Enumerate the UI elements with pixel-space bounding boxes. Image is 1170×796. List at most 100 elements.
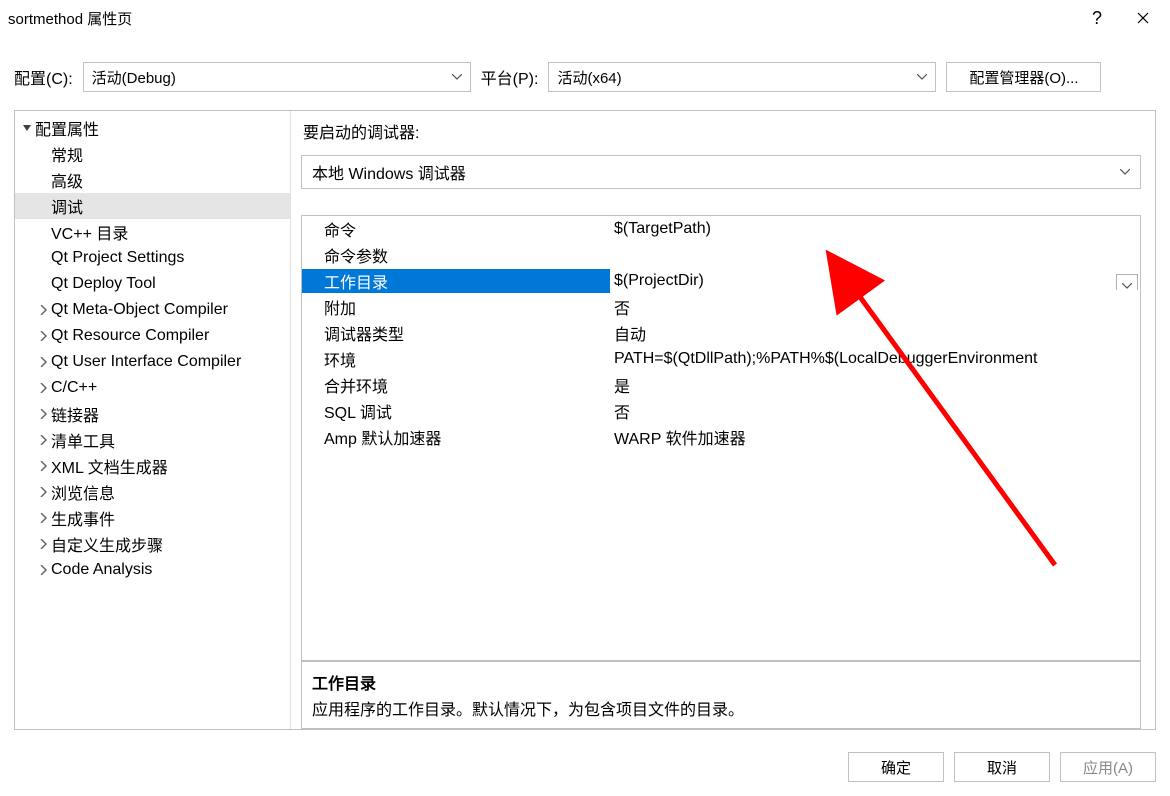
config-label: 配置(C): xyxy=(14,65,73,89)
property-row[interactable]: SQL 调试否 xyxy=(302,398,1140,424)
platform-combo[interactable]: 活动(x64) xyxy=(548,62,936,92)
property-name: 合并环境 xyxy=(302,373,610,397)
tree-item[interactable]: 高级 xyxy=(15,167,290,193)
tree-item-label: Qt User Interface Compiler xyxy=(51,353,241,371)
tree-item-label: Qt Project Settings xyxy=(51,249,184,267)
property-row[interactable]: 合并环境是 xyxy=(302,372,1140,398)
chevron-down-icon xyxy=(917,74,927,80)
tree-item-label: 配置属性 xyxy=(35,116,99,140)
tree-item[interactable]: XML 文档生成器 xyxy=(15,453,290,479)
config-row: 配置(C): 活动(Debug) 平台(P): 活动(x64) 配置管理器(O)… xyxy=(0,56,1170,98)
tree-item[interactable]: 生成事件 xyxy=(15,505,290,531)
tree-item-label: C/C++ xyxy=(51,379,97,397)
tree-item[interactable]: Code Analysis xyxy=(15,557,290,583)
property-name: 调试器类型 xyxy=(302,321,610,345)
chevron-down-icon xyxy=(452,74,462,80)
tree-item-label: 自定义生成步骤 xyxy=(51,532,163,556)
property-name: 工作目录 xyxy=(302,269,610,293)
config-manager-button[interactable]: 配置管理器(O)... xyxy=(946,62,1101,92)
tree-item[interactable]: VC++ 目录 xyxy=(15,219,290,245)
description-panel: 工作目录 应用程序的工作目录。默认情况下，为包含项目文件的目录。 xyxy=(301,661,1141,729)
property-row[interactable]: 命令参数 xyxy=(302,242,1140,268)
expand-icon[interactable] xyxy=(37,305,51,315)
collapse-icon[interactable] xyxy=(21,123,35,133)
property-row[interactable]: Amp 默认加速器WARP 软件加速器 xyxy=(302,424,1140,450)
property-value[interactable]: $(ProjectDir) xyxy=(610,272,1140,290)
tree-item[interactable]: Qt Resource Compiler xyxy=(15,323,290,349)
tree-item-label: Code Analysis xyxy=(51,561,152,579)
property-value[interactable]: PATH=$(QtDllPath);%PATH%$(LocalDebuggerE… xyxy=(610,350,1140,368)
property-name: 环境 xyxy=(302,347,610,371)
property-grid[interactable]: 命令$(TargetPath)命令参数工作目录$(ProjectDir)附加否调… xyxy=(301,215,1141,661)
property-name: 命令 xyxy=(302,217,610,241)
description-title: 工作目录 xyxy=(312,670,1130,694)
platform-combo-value: 活动(x64) xyxy=(557,67,621,88)
property-row[interactable]: 工作目录$(ProjectDir) xyxy=(302,268,1140,294)
tree-item[interactable]: 配置属性 xyxy=(15,115,290,141)
chevron-down-icon xyxy=(1122,283,1132,289)
tree-item[interactable]: 常规 xyxy=(15,141,290,167)
main-area: 配置属性常规高级调试VC++ 目录 Qt Project Settings Qt D… xyxy=(14,110,1156,730)
property-value[interactable]: WARP 软件加速器 xyxy=(610,425,1140,449)
tree-item[interactable]: 调试 xyxy=(15,193,290,219)
property-row[interactable]: 环境PATH=$(QtDllPath);%PATH%$(LocalDebugge… xyxy=(302,346,1140,372)
expand-icon[interactable] xyxy=(37,383,51,393)
property-name: SQL 调试 xyxy=(302,399,610,423)
tree-item-label: 生成事件 xyxy=(51,506,115,530)
property-value[interactable]: 自动 xyxy=(610,321,1140,345)
property-name: 命令参数 xyxy=(302,243,610,267)
tree-item-label: 链接器 xyxy=(51,402,99,426)
dropdown-button[interactable] xyxy=(1116,274,1138,290)
debugger-to-launch-label: 要启动的调试器: xyxy=(301,119,1155,143)
tree-item-label: 高级 xyxy=(51,168,83,192)
property-value[interactable]: 是 xyxy=(610,373,1140,397)
expand-icon[interactable] xyxy=(37,357,51,367)
property-name: 附加 xyxy=(302,295,610,319)
debugger-combo[interactable]: 本地 Windows 调试器 xyxy=(301,155,1141,189)
expand-icon[interactable] xyxy=(37,435,51,445)
tree-item-label: 浏览信息 xyxy=(51,480,115,504)
tree-item[interactable]: Qt Meta-Object Compiler xyxy=(15,297,290,323)
tree-item[interactable]: 浏览信息 xyxy=(15,479,290,505)
window-title: sortmethod 属性页 xyxy=(8,8,1074,29)
property-row[interactable]: 调试器类型自动 xyxy=(302,320,1140,346)
debugger-combo-value: 本地 Windows 调试器 xyxy=(312,160,466,184)
expand-icon[interactable] xyxy=(37,539,51,549)
tree-item[interactable]: C/C++ xyxy=(15,375,290,401)
tree-item[interactable]: Qt Deploy Tool xyxy=(15,271,290,297)
cancel-button[interactable]: 取消 xyxy=(954,752,1050,782)
tree-item-label: VC++ 目录 xyxy=(51,220,128,244)
expand-icon[interactable] xyxy=(37,565,51,575)
close-button[interactable] xyxy=(1120,2,1166,34)
tree-item-label: 调试 xyxy=(51,194,83,218)
bottom-buttons: 确定 取消 应用(A) xyxy=(0,738,1170,796)
property-row[interactable]: 附加否 xyxy=(302,294,1140,320)
tree-item[interactable]: 链接器 xyxy=(15,401,290,427)
property-value[interactable]: $(TargetPath) xyxy=(610,220,1140,238)
tree-item[interactable]: Qt User Interface Compiler xyxy=(15,349,290,375)
tree-item[interactable]: 自定义生成步骤 xyxy=(15,531,290,557)
title-bar: sortmethod 属性页 ? xyxy=(0,0,1170,36)
expand-icon[interactable] xyxy=(37,487,51,497)
expand-icon[interactable] xyxy=(37,461,51,471)
tree-item[interactable]: Qt Project Settings xyxy=(15,245,290,271)
tree-item-label: Qt Meta-Object Compiler xyxy=(51,301,228,319)
right-pane: 要启动的调试器: 本地 Windows 调试器 命令$(TargetPath)命… xyxy=(291,111,1155,729)
expand-icon[interactable] xyxy=(37,331,51,341)
tree-item[interactable]: 清单工具 xyxy=(15,427,290,453)
apply-button[interactable]: 应用(A) xyxy=(1060,752,1156,782)
config-tree[interactable]: 配置属性常规高级调试VC++ 目录 Qt Project Settings Qt D… xyxy=(15,111,291,729)
property-row[interactable]: 命令$(TargetPath) xyxy=(302,216,1140,242)
expand-icon[interactable] xyxy=(37,409,51,419)
tree-item-label: XML 文档生成器 xyxy=(51,454,168,478)
config-combo-value: 活动(Debug) xyxy=(92,67,176,88)
config-combo[interactable]: 活动(Debug) xyxy=(83,62,471,92)
tree-item-label: 常规 xyxy=(51,142,83,166)
tree-item-label: 清单工具 xyxy=(51,428,115,452)
ok-button[interactable]: 确定 xyxy=(848,752,944,782)
tree-item-label: Qt Resource Compiler xyxy=(51,327,209,345)
property-value[interactable]: 否 xyxy=(610,295,1140,319)
expand-icon[interactable] xyxy=(37,513,51,523)
property-value[interactable]: 否 xyxy=(610,399,1140,423)
help-button[interactable]: ? xyxy=(1074,2,1120,34)
